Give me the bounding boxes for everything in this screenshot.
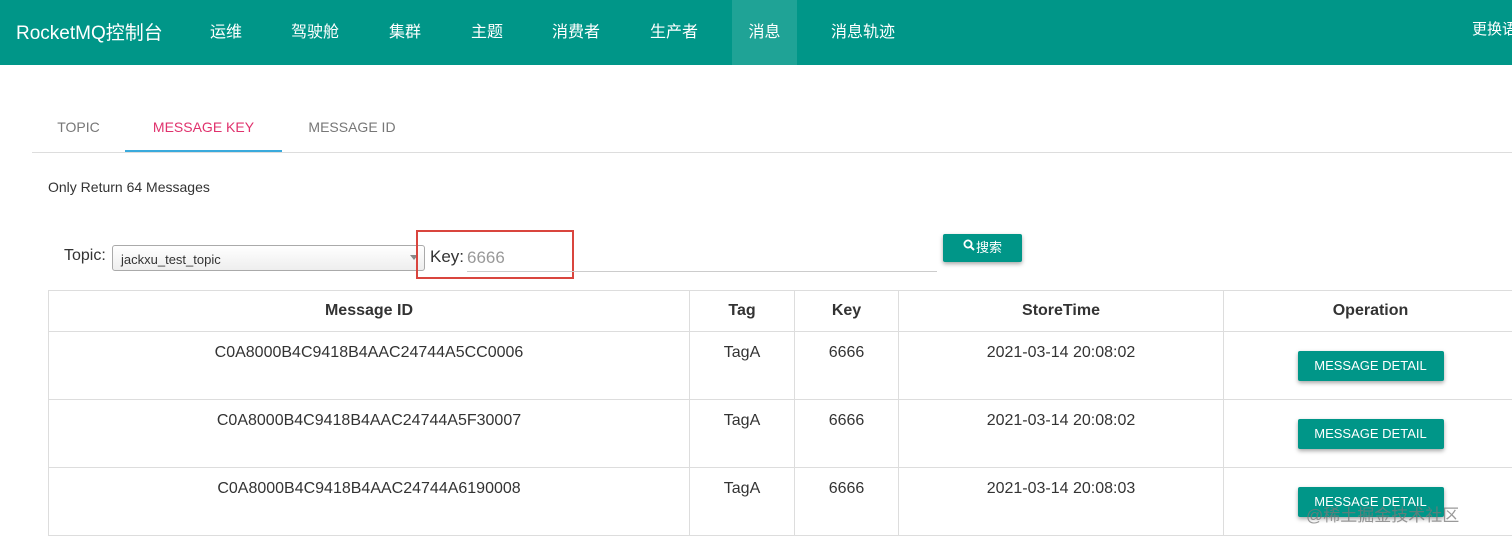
change-language-link[interactable]: 更换语 bbox=[1472, 0, 1512, 65]
key-label: Key: bbox=[430, 247, 465, 266]
table-row: C0A8000B4C9418B4AAC24744A5F30007 TagA 66… bbox=[48, 399, 1512, 468]
header-store-time: StoreTime bbox=[898, 290, 1224, 332]
nav-item-message-trace[interactable]: 消息轨迹 bbox=[814, 0, 912, 65]
topic-select-value: jackxu_test_topic bbox=[121, 252, 221, 267]
cell-message-id: C0A8000B4C9418B4AAC24744A6190008 bbox=[48, 467, 690, 536]
top-navbar: RocketMQ控制台 运维 驾驶舱 集群 主题 消费者 生产者 消息 消息轨迹… bbox=[0, 0, 1512, 65]
cell-message-id: C0A8000B4C9418B4AAC24744A5CC0006 bbox=[48, 331, 690, 400]
cell-store-time: 2021-03-14 20:08:03 bbox=[898, 467, 1224, 536]
message-table: Message ID Tag Key StoreTime Operation C… bbox=[48, 290, 1512, 536]
cell-tag: TagA bbox=[689, 399, 795, 468]
table-row: C0A8000B4C9418B4AAC24744A5CC0006 TagA 66… bbox=[48, 331, 1512, 400]
search-button-label: 搜索 bbox=[975, 240, 1002, 255]
cell-key: 6666 bbox=[794, 467, 899, 536]
nav-item-message[interactable]: 消息 bbox=[732, 0, 797, 65]
cell-store-time: 2021-03-14 20:08:02 bbox=[898, 331, 1224, 400]
brand-title[interactable]: RocketMQ控制台 bbox=[16, 18, 163, 45]
cell-operation: MESSAGE DETAIL bbox=[1223, 399, 1512, 468]
query-tabs: TOPIC MESSAGE KEY MESSAGE ID bbox=[32, 104, 1512, 153]
search-button[interactable]: 搜索 bbox=[943, 234, 1022, 262]
message-detail-button[interactable]: MESSAGE DETAIL bbox=[1297, 351, 1444, 381]
message-detail-button[interactable]: MESSAGE DETAIL bbox=[1297, 419, 1444, 449]
cell-tag: TagA bbox=[689, 331, 795, 400]
header-key: Key bbox=[794, 290, 899, 332]
watermark: @稀土掘金技术社区 bbox=[1306, 506, 1460, 525]
cell-store-time: 2021-03-14 20:08:02 bbox=[898, 399, 1224, 468]
header-operation: Operation bbox=[1223, 290, 1512, 332]
nav-item-topic[interactable]: 主题 bbox=[454, 0, 520, 65]
cell-operation: MESSAGE DETAIL bbox=[1223, 331, 1512, 400]
topic-label: Topic: bbox=[64, 247, 106, 264]
cell-key: 6666 bbox=[794, 331, 899, 400]
header-tag: Tag bbox=[689, 290, 795, 332]
search-icon bbox=[963, 233, 975, 261]
nav-item-producer[interactable]: 生产者 bbox=[634, 0, 714, 65]
tab-message-id[interactable]: MESSAGE ID bbox=[282, 104, 422, 152]
tab-topic[interactable]: TOPIC bbox=[32, 104, 125, 152]
topic-select[interactable]: jackxu_test_topic bbox=[112, 245, 425, 271]
cell-message-id: C0A8000B4C9418B4AAC24744A5F30007 bbox=[48, 399, 690, 468]
nav-item-dashboard[interactable]: 驾驶舱 bbox=[276, 0, 354, 65]
tab-message-key[interactable]: MESSAGE KEY bbox=[125, 104, 282, 152]
result-limit-notice: Only Return 64 Messages bbox=[48, 179, 210, 195]
cell-tag: TagA bbox=[689, 467, 795, 536]
header-message-id: Message ID bbox=[48, 290, 690, 332]
key-input[interactable] bbox=[467, 244, 937, 272]
nav-item-ops[interactable]: 运维 bbox=[194, 0, 258, 65]
table-row: C0A8000B4C9418B4AAC24744A6190008 TagA 66… bbox=[48, 467, 1512, 536]
cell-key: 6666 bbox=[794, 399, 899, 468]
nav-item-cluster[interactable]: 集群 bbox=[372, 0, 438, 65]
table-header-row: Message ID Tag Key StoreTime Operation bbox=[48, 290, 1512, 332]
nav-item-consumer[interactable]: 消费者 bbox=[536, 0, 616, 65]
